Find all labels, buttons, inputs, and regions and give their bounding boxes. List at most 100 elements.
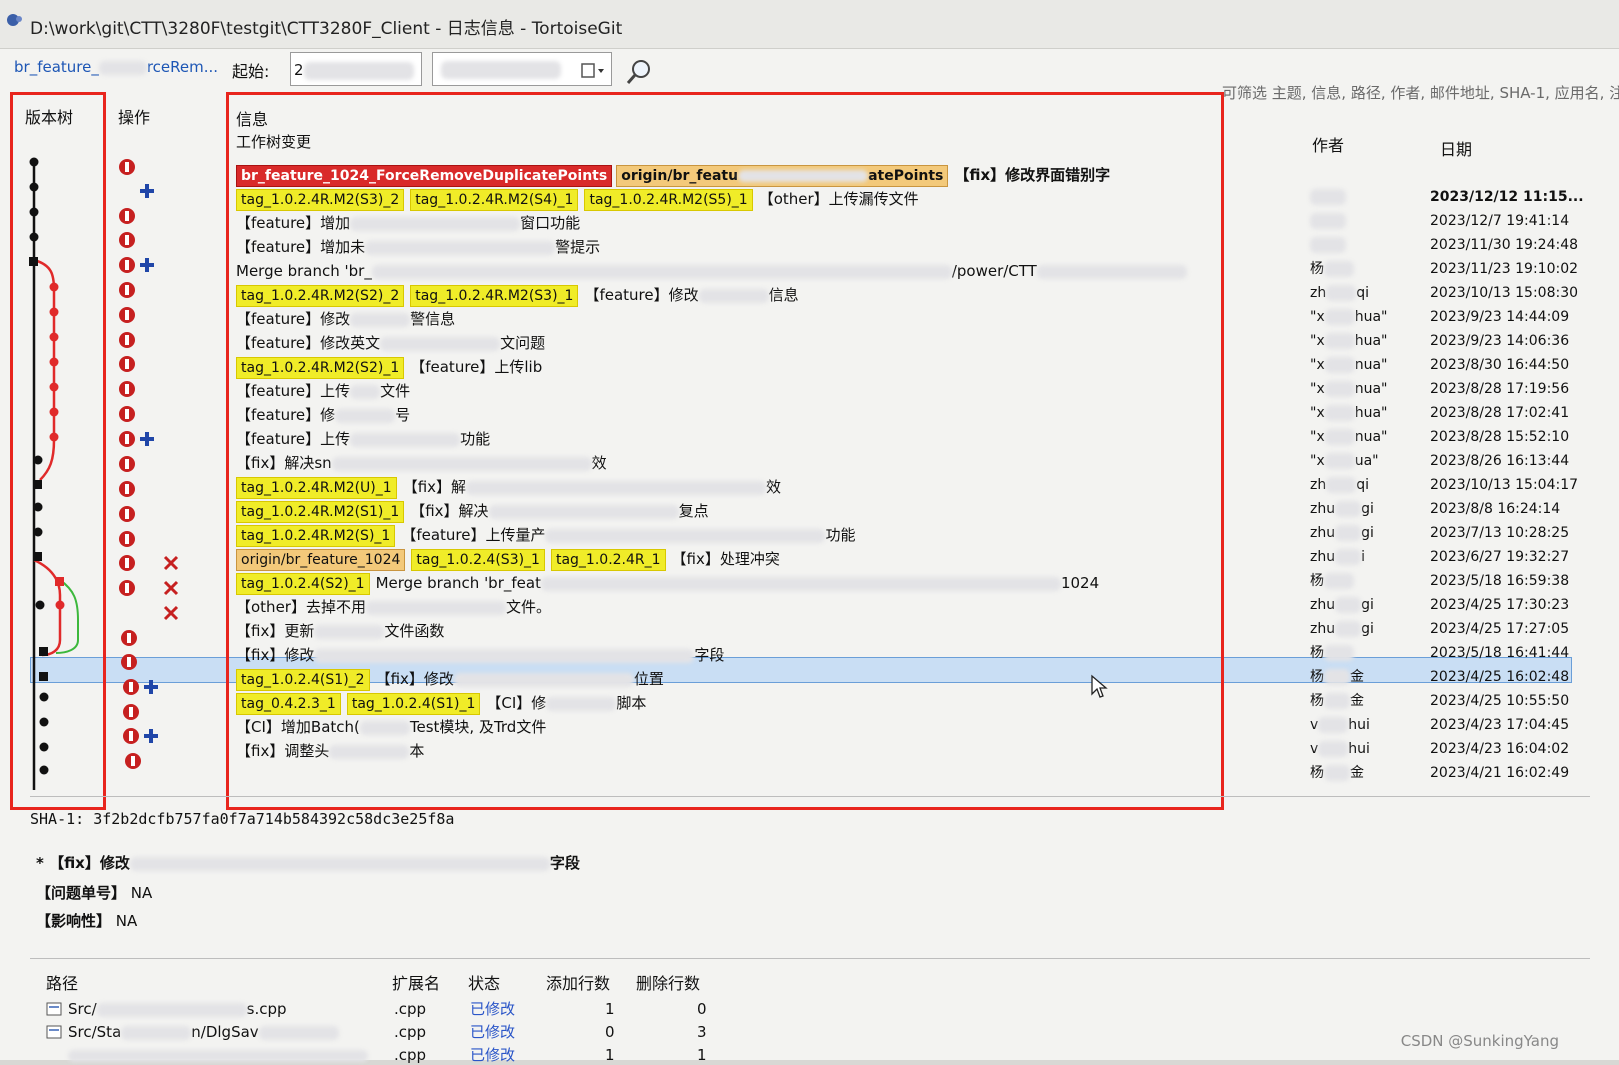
branch-selector-link[interactable]: br_feature_ rceRem... — [14, 58, 218, 76]
from-date-value: 2 — [294, 61, 304, 79]
tortoisegit-log-window: D:\work\git\CTT\3280F\testgit\CTT3280F_C… — [0, 0, 1619, 1064]
pane-divider[interactable] — [30, 958, 1590, 959]
date-cell: 2023/11/30 19:24:48 — [1430, 237, 1579, 253]
commit-action-icon — [123, 728, 139, 744]
filter-input-hint[interactable]: 可筛选 主题, 信息, 路径, 作者, 邮件地址, SHA-1, 应用名, 注 — [1222, 82, 1619, 103]
file-header-status[interactable]: 状态 — [468, 970, 500, 994]
from-date-label: 起始: — [232, 62, 270, 81]
file-added: 1 — [605, 1000, 615, 1018]
branch-name-suffix: rceRem... — [146, 58, 219, 76]
date-cell: 2023/9/23 14:06:36 — [1430, 333, 1570, 349]
highlight-box-graph — [10, 92, 106, 810]
author-cell: 杨 — [1310, 258, 1354, 280]
column-header-actions[interactable]: 操作 — [118, 104, 150, 128]
date-cell: 2023/8/26 16:13:44 — [1430, 453, 1570, 469]
issue-line: 【问题单号】 NA — [36, 884, 153, 902]
author-cell: zh qi — [1310, 477, 1370, 493]
date-cell: 2023/4/25 17:27:05 — [1430, 621, 1570, 637]
add-file-icon — [144, 680, 158, 694]
file-path — [68, 1046, 368, 1064]
delete-file-icon — [163, 555, 179, 571]
commit-action-icon — [119, 159, 135, 175]
commit-action-icon — [119, 531, 135, 547]
tortoisegit-app-icon — [7, 14, 22, 26]
add-file-icon — [140, 184, 154, 198]
title-bar: D:\work\git\CTT\3280F\testgit\CTT3280F_C… — [0, 0, 1619, 49]
author-cell: "x nua" — [1310, 381, 1388, 397]
delete-file-icon — [163, 605, 179, 621]
commit-action-icon — [119, 232, 135, 248]
date-cell: 2023/4/21 16:02:49 — [1430, 765, 1570, 781]
author-cell: "x hua" — [1310, 405, 1388, 421]
author-cell: "x nua" — [1310, 429, 1388, 445]
sha-value[interactable]: 3f2b2dcfb757fa0f7a714b584392c58dc3e25f8a — [93, 810, 454, 828]
author-cell: 杨金 — [1310, 765, 1364, 781]
date-cell: 2023/4/25 16:02:48 — [1430, 669, 1570, 685]
date-cell: 2023/12/7 19:41:14 — [1430, 213, 1570, 229]
column-header-author[interactable]: 作者 — [1312, 132, 1344, 156]
author-cell: 杨 — [1310, 570, 1354, 592]
file-deleted: 3 — [697, 1023, 707, 1041]
blurred-text — [441, 61, 561, 79]
date-cell: 2023/10/13 15:08:30 — [1430, 285, 1579, 301]
delete-file-icon — [163, 580, 179, 596]
blurred-text — [98, 60, 147, 75]
date-cell: 2023/7/13 10:28:25 — [1430, 525, 1570, 541]
search-icon[interactable] — [625, 57, 655, 87]
file-status: 已修改 — [470, 1000, 516, 1018]
file-ext: .cpp — [394, 1023, 427, 1041]
author-cell — [1310, 210, 1346, 232]
date-cell: 2023/8/28 15:52:10 — [1430, 429, 1570, 445]
file-header-added[interactable]: 添加行数 — [546, 970, 610, 994]
pane-divider[interactable] — [30, 796, 1590, 797]
blurred-text — [303, 61, 414, 80]
date-cell: 2023/8/8 16:24:14 — [1430, 501, 1561, 517]
date-cell: 2023/6/27 19:32:27 — [1430, 549, 1570, 565]
date-cell: 2023/5/18 16:41:44 — [1430, 645, 1570, 661]
author-cell: zhu gi — [1310, 525, 1374, 541]
column-header-date[interactable]: 日期 — [1440, 136, 1472, 160]
author-cell: zhu gi — [1310, 501, 1374, 517]
file-added: 1 — [605, 1046, 615, 1064]
add-file-icon — [144, 729, 158, 743]
file-ext: .cpp — [394, 1046, 427, 1064]
date-cell: 2023/4/25 10:55:50 — [1430, 693, 1570, 709]
commit-action-icon — [119, 208, 135, 224]
add-file-icon — [140, 432, 154, 446]
author-cell: "x hua" — [1310, 333, 1388, 349]
file-header-deleted[interactable]: 删除行数 — [636, 970, 700, 994]
file-path: Src/s.cpp — [68, 1000, 287, 1018]
file-icon — [46, 1002, 62, 1016]
commit-action-icon — [119, 356, 135, 372]
author-cell: 杨金 — [1310, 669, 1364, 685]
date-cell: 2023/9/23 14:44:09 — [1430, 309, 1570, 325]
date-cell: 2023/8/30 16:44:50 — [1430, 357, 1570, 373]
author-cell: "x hua" — [1310, 309, 1388, 325]
author-cell — [1310, 186, 1346, 208]
author-cell: zhu gi — [1310, 621, 1374, 637]
date-cell: 2023/4/23 17:04:45 — [1430, 717, 1570, 733]
from-date-input[interactable]: 2 — [290, 52, 422, 86]
branch-name: br_feature_ — [14, 58, 99, 76]
commit-action-icon — [119, 307, 135, 323]
author-cell: zhu gi — [1310, 597, 1374, 613]
actions-column — [110, 150, 200, 790]
author-cell: "x ua" — [1310, 453, 1379, 469]
file-added: 0 — [605, 1023, 615, 1041]
date-cell: 2023/5/18 16:59:38 — [1430, 573, 1570, 589]
commit-action-icon — [119, 332, 135, 348]
file-icon — [46, 1025, 62, 1039]
commit-action-icon — [119, 580, 135, 596]
author-cell: v hui — [1310, 741, 1370, 757]
file-deleted: 1 — [697, 1046, 707, 1064]
file-header-path[interactable]: 路径 — [46, 970, 78, 994]
commit-action-icon — [119, 381, 135, 397]
file-header-ext[interactable]: 扩展名 — [392, 970, 440, 994]
date-cell: 2023/11/23 19:10:02 — [1430, 261, 1579, 277]
calendar-dropdown-icon[interactable] — [580, 62, 606, 80]
commit-action-icon — [123, 679, 139, 695]
commit-action-icon — [119, 481, 135, 497]
window-title: D:\work\git\CTT\3280F\testgit\CTT3280F_C… — [30, 19, 623, 39]
commit-action-icon — [119, 282, 135, 298]
commit-action-icon — [119, 506, 135, 522]
